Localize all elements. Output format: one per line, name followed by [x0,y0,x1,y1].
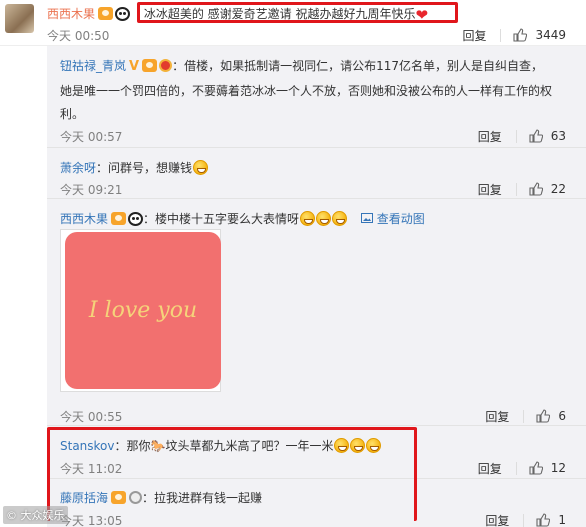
divider [515,461,517,475]
panda-icon [115,7,131,21]
reply-text-line: 她是唯一一个罚四倍的，不要薅着范冰冰一个人不放，否则她和没被公布的人一样有工作的… [60,84,553,98]
grin-emoji-icon [316,211,332,226]
reply-body: 西西木果 ：楼中楼十五字要么大表情呀 查看动图 [60,207,425,231]
comment-actions: 回复 6 [485,408,566,424]
timestamp: 今天 11:02 [60,462,123,476]
username[interactable]: 藤原括海 [60,491,108,505]
reply-list: 钮祜禄_青岚 V ：借楼，如果抵制请一视同仁，请公布117亿名单，别人是自纠自查， … [47,46,586,527]
grin-emoji-icon [332,211,348,226]
divider [515,129,517,143]
reply-button[interactable]: 回复 [478,128,502,145]
reply-button[interactable]: 回复 [485,512,509,527]
like-count: 6 [558,409,566,423]
comment-actions: 回复 63 [478,128,566,144]
grin-emoji-icon [350,438,366,453]
reply-button[interactable]: 回复 [478,181,502,198]
username[interactable]: Stanskov [60,439,115,453]
panda-icon [128,212,144,226]
divider [515,182,517,196]
reply-text-part: 坟头草都九米高了吧？一年一米 [165,439,334,453]
vip-badge-icon [142,59,158,72]
thumbs-up-icon[interactable] [536,409,551,423]
horse-icon: 🐎 [150,439,166,453]
username[interactable]: 钮祜禄_青岚 [60,59,126,73]
view-gif-link[interactable]: 查看动图 [360,212,425,226]
vip-badge-icon [98,7,114,20]
verified-v-icon: V [129,59,140,74]
ring-badge-icon [129,491,143,504]
reply-body: Stanskov：那你🐎坟头草都九米高了吧？一年一米 [60,434,382,458]
thumbs-up-icon[interactable] [529,129,543,143]
reply-body: 钮祜禄_青岚 V ：借楼，如果抵制请一视同仁，请公布117亿名单，别人是自纠自查， [60,54,543,79]
comment-actions: 回复 12 [478,460,566,476]
medal-icon [159,59,173,72]
thumbs-up-icon[interactable] [529,182,543,196]
like-count: 22 [550,182,566,196]
image-card: I love you [65,232,221,389]
like-count: 3449 [535,28,566,42]
timestamp: 今天 00:55 [60,410,123,424]
image-caption: I love you [88,298,198,323]
image-icon [360,213,373,223]
main-comment-header: 西西木果 冰冰超美的 感谢爱奇艺邀请 祝越办越好九周年快乐❤ [47,5,428,24]
like-count: 63 [550,129,566,143]
avatar[interactable] [5,4,34,33]
username[interactable]: 西西木果 [47,7,95,21]
list-item: 萧余呀：问群号，想赚钱 今天 09:21 回复 22 [47,149,586,199]
reply-button[interactable]: 回复 [478,460,502,477]
divider [523,409,525,423]
reply-text: ：借楼，如果抵制请一视同仁，请公布117亿名单，别人是自纠自查， [172,59,543,73]
username[interactable]: 西西木果 [60,212,108,226]
comment-actions: 回复 3449 [462,27,566,43]
thumbs-up-icon[interactable] [513,28,528,42]
attached-image[interactable]: I love you [60,229,221,392]
vip-badge-icon [111,212,127,225]
grin-emoji-icon [334,438,350,453]
timestamp: 今天 00:57 [60,130,123,144]
view-gif-label: 查看动图 [376,212,425,226]
list-item: 藤原括海 ：拉我进群有钱一起赚 今天 13:05 回复 1 [47,480,586,527]
reply-text-line: 利。 [60,107,85,121]
reply-text-part: ：那你 [114,439,151,453]
grin-emoji-icon [300,211,316,226]
timestamp: 今天 13:05 [60,514,123,527]
like-count: 1 [558,513,566,527]
comment-actions: 回复 22 [478,181,566,197]
watermark: © 大众娱乐 [3,506,68,524]
shocked-emoji-icon [193,160,209,175]
timestamp: 今天 09:21 [60,183,123,197]
reply-button[interactable]: 回复 [462,27,486,44]
username[interactable]: 萧余呀 [60,161,96,175]
grin-emoji-icon [366,438,382,453]
reply-text: ：楼中楼十五字要么大表情呀 [143,212,300,226]
comment-actions: 回复 1 [485,512,566,527]
reply-button[interactable]: 回复 [485,408,509,425]
divider [523,513,525,527]
thumbs-up-icon[interactable] [536,513,551,527]
reply-text: ：拉我进群有钱一起赚 [142,491,263,505]
timestamp: 今天 00:50 [47,29,110,43]
reply-text: ：问群号，想赚钱 [96,161,193,175]
vip-badge-icon [111,491,127,504]
list-item: Stanskov：那你🐎坟头草都九米高了吧？一年一米 今天 11:02 回复 1… [47,427,586,479]
list-item: 钮祜禄_青岚 V ：借楼，如果抵制请一视同仁，请公布117亿名单，别人是自纠自查， … [47,46,586,148]
divider [500,28,502,42]
reply-body: 萧余呀：问群号，想赚钱 [60,156,209,180]
reply-body: 藤原括海 ：拉我进群有钱一起赚 [60,486,262,510]
comment-text: 冰冰超美的 感谢爱奇艺邀请 祝越办越好九周年快乐 [143,7,416,21]
main-comment: 西西木果 冰冰超美的 感谢爱奇艺邀请 祝越办越好九周年快乐❤ 今天 00:50 … [0,0,586,46]
thumbs-up-icon[interactable] [529,461,543,475]
like-count: 12 [550,461,566,475]
heart-icon: ❤ [415,6,429,24]
